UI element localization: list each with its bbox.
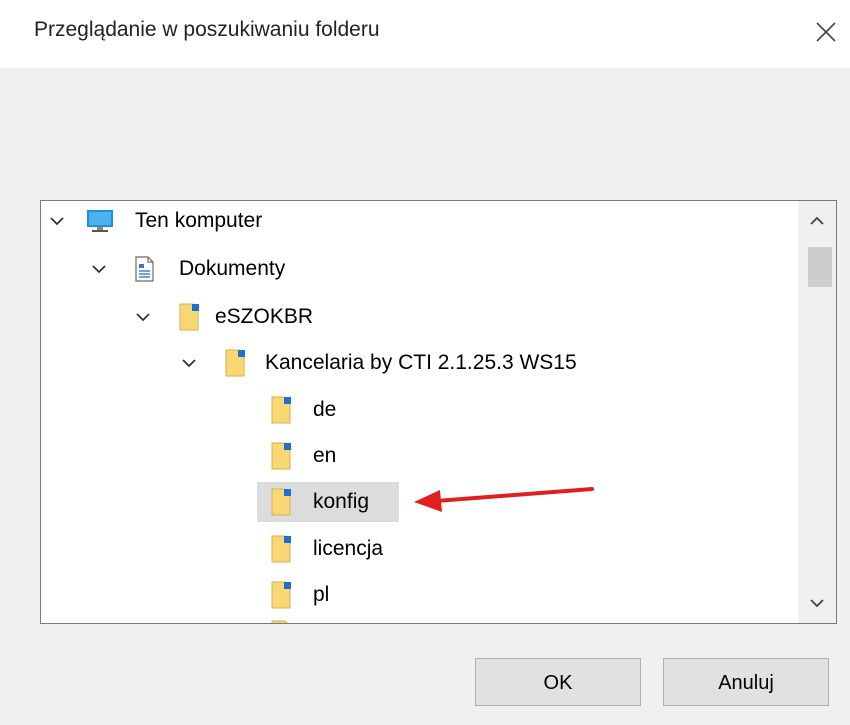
- tree-item-label: Dokumenty: [179, 257, 286, 280]
- chevron-up-icon: [810, 216, 824, 225]
- tree-item-label: eSZOKBR: [215, 305, 314, 328]
- tree-item-de[interactable]: de: [41, 390, 796, 430]
- chevron-down-icon[interactable]: [181, 355, 197, 371]
- ok-button[interactable]: OK: [475, 658, 641, 706]
- dialog-title: Przeglądanie w poszukiwaniu folderu: [34, 18, 380, 41]
- tree-item-label: en: [313, 444, 337, 467]
- folder-icon: [271, 535, 291, 563]
- tree-item-label: Ten komputer: [135, 209, 263, 232]
- tree-item-dokumenty[interactable]: Dokumenty: [41, 249, 796, 289]
- tree-item-label: licencja: [313, 537, 384, 560]
- tree-item-kancelaria[interactable]: Kancelaria by CTI 2.1.25.3 WS15: [41, 343, 796, 383]
- chevron-down-icon[interactable]: [91, 261, 107, 277]
- documents-icon: [135, 256, 154, 282]
- scroll-thumb[interactable]: [808, 247, 832, 287]
- folder-tree[interactable]: Ten komputer Dokumenty eSZOKBR Kancelari…: [40, 200, 837, 624]
- tree-item-pl[interactable]: pl: [41, 575, 796, 615]
- tree-item-label: de: [313, 398, 337, 421]
- folder-icon: [271, 442, 291, 470]
- folder-icon: [271, 396, 291, 424]
- folder-icon: [271, 488, 291, 516]
- folder-icon: [179, 303, 199, 331]
- scroll-up-button[interactable]: [798, 201, 836, 241]
- annotation-arrow-icon: [414, 487, 594, 512]
- chevron-down-icon[interactable]: [49, 213, 65, 229]
- close-button[interactable]: [808, 14, 844, 50]
- folder-icon: [271, 581, 291, 609]
- chevron-down-icon: [810, 599, 824, 608]
- title-bar: Przeglądanie w poszukiwaniu folderu: [0, 0, 850, 68]
- tree-item-ten-komputer[interactable]: Ten komputer: [41, 201, 796, 241]
- tree-item-eszokbr[interactable]: eSZOKBR: [41, 297, 796, 337]
- computer-icon: [87, 210, 113, 232]
- tree-item-label: pl: [313, 583, 330, 606]
- chevron-down-icon[interactable]: [135, 309, 151, 325]
- tree-item-label: Kancelaria by CTI 2.1.25.3 WS15: [265, 351, 577, 374]
- tree-item-en[interactable]: en: [41, 436, 796, 476]
- close-icon: [816, 22, 836, 42]
- tree-item-label: konfig: [313, 490, 370, 513]
- tree-item-licencja[interactable]: licencja: [41, 529, 796, 569]
- cancel-button[interactable]: Anuluj: [663, 658, 829, 706]
- folder-icon: [271, 620, 288, 623]
- vertical-scrollbar[interactable]: [798, 201, 836, 623]
- tree-item-partial[interactable]: [41, 619, 796, 623]
- scroll-down-button[interactable]: [798, 583, 836, 623]
- folder-icon: [225, 349, 245, 377]
